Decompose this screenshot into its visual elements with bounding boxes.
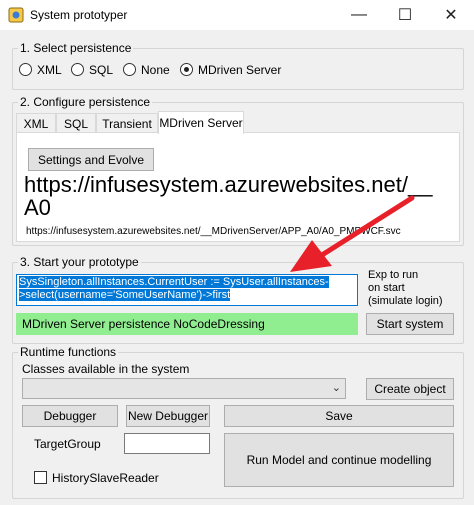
classes-label: Classes available in the system [22, 362, 190, 376]
minimize-button[interactable]: — [336, 0, 382, 30]
history-slave-reader-label: HistorySlaveReader [52, 471, 159, 485]
radio-xml[interactable] [19, 63, 32, 76]
chevron-down-icon: ⌄ [331, 382, 341, 394]
radio-xml-label: XML [37, 63, 62, 77]
target-group-value [125, 434, 209, 438]
save-button[interactable]: Save [224, 405, 454, 427]
tab-transient[interactable]: Transient [96, 113, 158, 133]
exp-to-run-label-1: Exp to run [368, 269, 419, 281]
exp-to-run-label-3: (simulate login) [368, 295, 443, 307]
target-group-label: TargetGroup [34, 437, 101, 451]
run-model-button[interactable]: Run Model and continue modelling [224, 433, 454, 487]
maximize-icon: ☐ [397, 7, 413, 24]
close-icon: ✕ [444, 7, 458, 24]
persistence-legend: 1. Select persistence [18, 41, 134, 55]
close-button[interactable]: ✕ [428, 0, 474, 30]
persistence-status-text: MDriven Server persistence NoCodeDressin… [22, 317, 265, 331]
tab-mdriven-server[interactable]: MDriven Server [158, 111, 244, 134]
tab-sql[interactable]: SQL [56, 113, 96, 133]
startup-expression-text: SysSingleton.allInstances.CurrentUser :=… [19, 276, 329, 301]
start-prototype-legend: 3. Start your prototype [18, 255, 141, 269]
create-object-button[interactable]: Create object [366, 378, 454, 400]
radio-none[interactable] [123, 63, 136, 76]
classes-select[interactable]: ⌄ [22, 378, 346, 399]
debugger-button[interactable]: Debugger [22, 405, 118, 427]
radio-sql[interactable] [71, 63, 84, 76]
radio-mdriven-server[interactable] [180, 63, 193, 76]
target-group-input[interactable] [124, 433, 210, 454]
radio-sql-label: SQL [89, 63, 114, 77]
start-system-button[interactable]: Start system [366, 313, 454, 335]
radio-none-label: None [141, 63, 170, 77]
maximize-button[interactable]: ☐ [382, 0, 428, 30]
startup-expression-input[interactable]: SysSingleton.allInstances.CurrentUser :=… [16, 274, 358, 306]
exp-to-run-label-2: on start [368, 282, 405, 294]
history-slave-reader-checkbox[interactable] [34, 471, 47, 484]
tab-xml[interactable]: XML [16, 113, 56, 133]
server-url-small: https://infusesystem.azurewebsites.net/_… [26, 226, 401, 237]
new-debugger-button[interactable]: New Debugger [126, 405, 210, 427]
server-url-large-line1: https://infusesystem.azurewebsites.net/_… [24, 172, 433, 197]
settings-and-evolve-button[interactable]: Settings and Evolve [28, 148, 154, 171]
server-url-large-line2: A0 [24, 195, 51, 220]
window-title: System prototyper [30, 8, 128, 22]
configure-legend: 2. Configure persistence [18, 95, 153, 109]
runtime-functions-legend: Runtime functions [18, 345, 119, 359]
minimize-icon: — [351, 6, 367, 23]
radio-mdriven-server-label: MDriven Server [198, 63, 282, 77]
app-icon [8, 7, 24, 23]
